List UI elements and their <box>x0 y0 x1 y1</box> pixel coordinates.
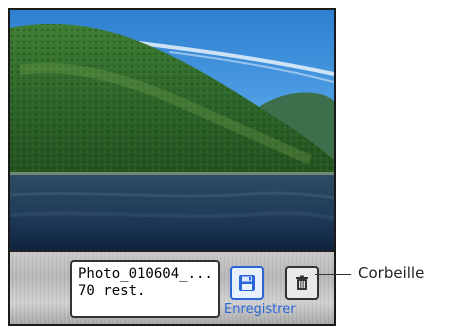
trash-button[interactable] <box>285 266 319 300</box>
bottom-toolbar: Photo_010604_... 70 rest. Enregistrer <box>10 250 334 324</box>
photo-preview <box>10 10 334 250</box>
trash-callout-label: Corbeille <box>358 264 425 282</box>
photo-info-box[interactable]: Photo_010604_... 70 rest. <box>70 260 220 318</box>
landscape-image <box>10 10 334 250</box>
device-screen: Photo_010604_... 70 rest. Enregistrer <box>8 8 336 326</box>
trash-can-icon <box>296 275 308 290</box>
callout-line <box>315 274 351 275</box>
floppy-disk-icon <box>239 275 255 291</box>
save-button-label[interactable]: Enregistrer <box>224 302 296 317</box>
photo-filename: Photo_010604_... <box>78 266 212 282</box>
save-button[interactable] <box>230 266 264 300</box>
remaining-count: 70 rest. <box>78 283 146 299</box>
